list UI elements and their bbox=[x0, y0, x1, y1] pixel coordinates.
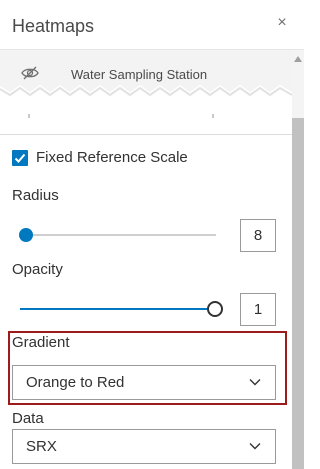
radius-input[interactable]: 8 bbox=[240, 219, 276, 252]
fixed-scale-label: Fixed Reference Scale bbox=[36, 149, 188, 166]
checkmark-icon bbox=[14, 153, 26, 163]
close-icon[interactable]: × bbox=[274, 15, 290, 31]
gradient-selected-value: Orange to Red bbox=[26, 374, 125, 391]
eye-slash-icon[interactable] bbox=[20, 65, 40, 81]
opacity-label: Opacity bbox=[12, 261, 63, 278]
scroll-up-icon[interactable] bbox=[294, 56, 302, 62]
chevron-down-icon bbox=[249, 443, 261, 450]
radius-slider-track[interactable] bbox=[20, 234, 216, 236]
panel-header: Heatmaps × bbox=[0, 0, 304, 50]
data-select[interactable]: SRX bbox=[12, 429, 276, 464]
scrollbar-thumb[interactable] bbox=[292, 118, 304, 469]
heatmaps-panel: Heatmaps × Water Sampling Station Fixed … bbox=[0, 0, 304, 469]
layer-row-tick bbox=[28, 114, 30, 118]
radius-label: Radius bbox=[12, 187, 59, 204]
torn-edge bbox=[0, 85, 292, 102]
opacity-input[interactable]: 1 bbox=[240, 293, 276, 326]
section-divider bbox=[0, 134, 292, 135]
gradient-select[interactable]: Orange to Red bbox=[12, 365, 276, 400]
layer-row-tick bbox=[212, 114, 214, 118]
opacity-slider-track[interactable] bbox=[20, 308, 208, 310]
chevron-down-icon bbox=[249, 379, 261, 386]
layer-list: Water Sampling Station bbox=[0, 50, 292, 135]
panel-title: Heatmaps bbox=[12, 16, 95, 36]
opacity-slider-thumb[interactable] bbox=[207, 301, 223, 317]
data-selected-value: SRX bbox=[26, 438, 57, 455]
data-label: Data bbox=[12, 410, 44, 427]
radius-slider-thumb[interactable] bbox=[19, 228, 33, 242]
gradient-label: Gradient bbox=[12, 334, 70, 351]
fixed-scale-checkbox[interactable] bbox=[12, 150, 28, 166]
